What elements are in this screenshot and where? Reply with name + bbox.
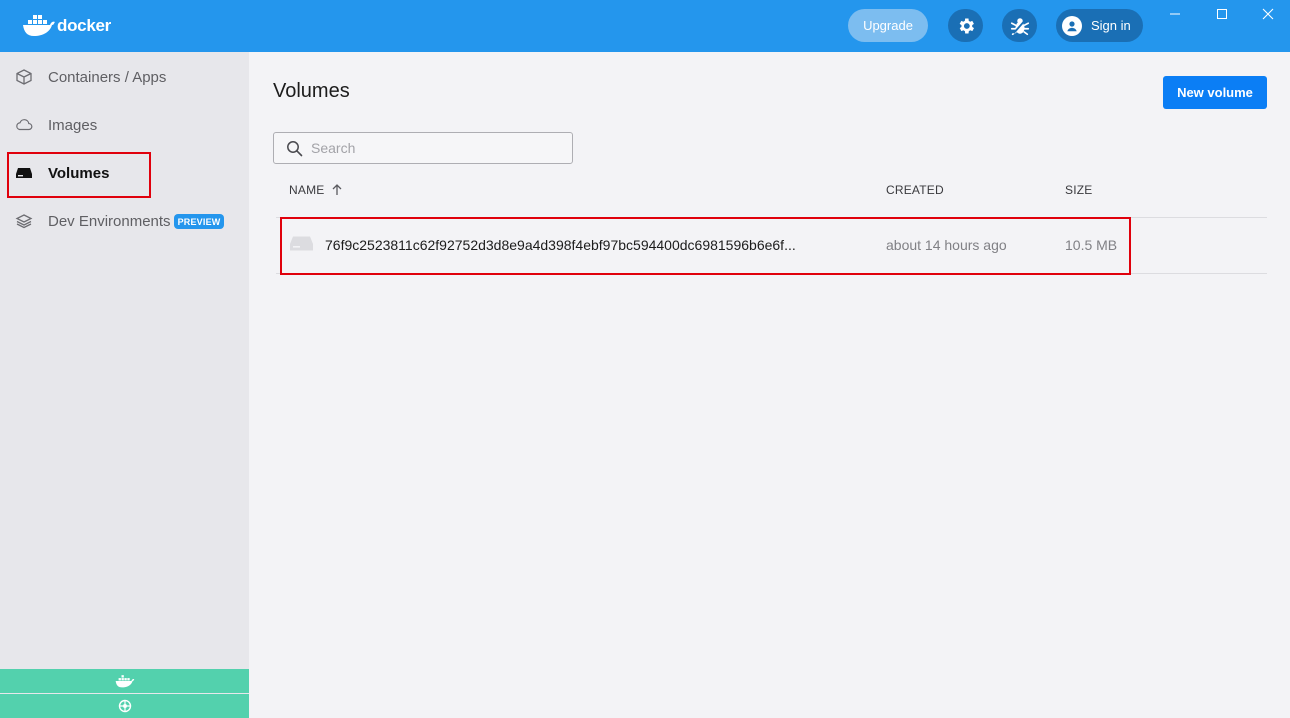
column-header-name[interactable]: NAME xyxy=(289,183,344,197)
search-icon xyxy=(287,140,303,156)
column-header-label: CREATED xyxy=(886,183,944,197)
sidebar-item-label: Volumes xyxy=(48,164,110,182)
sidebar-item-containers[interactable]: Containers / Apps xyxy=(0,53,249,101)
search-box xyxy=(273,132,573,164)
container-icon xyxy=(15,68,33,86)
column-header-created[interactable]: CREATED xyxy=(886,183,944,197)
sort-ascending-icon xyxy=(333,184,342,195)
new-volume-button[interactable]: New volume xyxy=(1163,76,1267,109)
troubleshoot-button[interactable] xyxy=(1002,9,1037,42)
sign-in-button[interactable]: Sign in xyxy=(1056,9,1143,42)
search-input[interactable] xyxy=(311,140,561,156)
whale-icon xyxy=(115,675,134,688)
logo-text: docker xyxy=(57,15,111,35)
title-bar: docker Upgrade Sign in xyxy=(0,0,1290,52)
page-title: Volumes xyxy=(273,80,350,102)
sidebar-item-label: Containers / Apps xyxy=(48,68,167,86)
minimize-button[interactable] xyxy=(1163,4,1187,24)
close-icon xyxy=(1262,8,1274,20)
upgrade-button[interactable]: Upgrade xyxy=(848,9,928,42)
helm-icon xyxy=(118,699,131,713)
docker-engine-status[interactable] xyxy=(0,669,249,693)
sidebar-item-label: Images xyxy=(48,116,98,134)
user-icon xyxy=(1062,15,1082,36)
sign-in-label: Sign in xyxy=(1091,18,1131,33)
volume-size: 10.5 MB xyxy=(1065,237,1118,253)
minimize-icon xyxy=(1170,13,1180,15)
layers-icon xyxy=(15,212,33,230)
cloud-icon xyxy=(15,116,33,134)
gear-icon xyxy=(959,18,974,33)
kubernetes-status[interactable] xyxy=(0,694,249,718)
column-header-label: SIZE xyxy=(1065,183,1093,197)
whale-icon xyxy=(23,15,55,36)
sidebar: Containers / Apps Images Volumes Dev Env… xyxy=(0,52,249,718)
sidebar-item-dev-environments[interactable]: Dev Environments PREVIEW xyxy=(0,197,249,245)
maximize-button[interactable] xyxy=(1210,4,1234,24)
docker-logo: docker xyxy=(22,13,111,37)
volume-name: 76f9c2523811c62f92752d3d8e9a4d398f4ebf97… xyxy=(325,237,796,253)
table-row[interactable]: 76f9c2523811c62f92752d3d8e9a4d398f4ebf97… xyxy=(276,218,1267,273)
sidebar-item-images[interactable]: Images xyxy=(0,101,249,149)
table-row-divider xyxy=(276,273,1267,274)
maximize-icon xyxy=(1217,9,1227,19)
sidebar-item-volumes[interactable]: Volumes xyxy=(0,149,249,197)
close-button[interactable] xyxy=(1256,4,1280,24)
preview-badge: PREVIEW xyxy=(173,213,225,229)
settings-button[interactable] xyxy=(948,9,983,42)
sidebar-item-label: Dev Environments xyxy=(48,212,171,230)
volume-created: about 14 hours ago xyxy=(886,237,1007,253)
volume-icon xyxy=(289,235,314,257)
bug-icon xyxy=(1010,17,1029,35)
column-header-label: NAME xyxy=(289,183,325,197)
column-header-size[interactable]: SIZE xyxy=(1065,183,1092,197)
volume-icon xyxy=(15,164,33,182)
